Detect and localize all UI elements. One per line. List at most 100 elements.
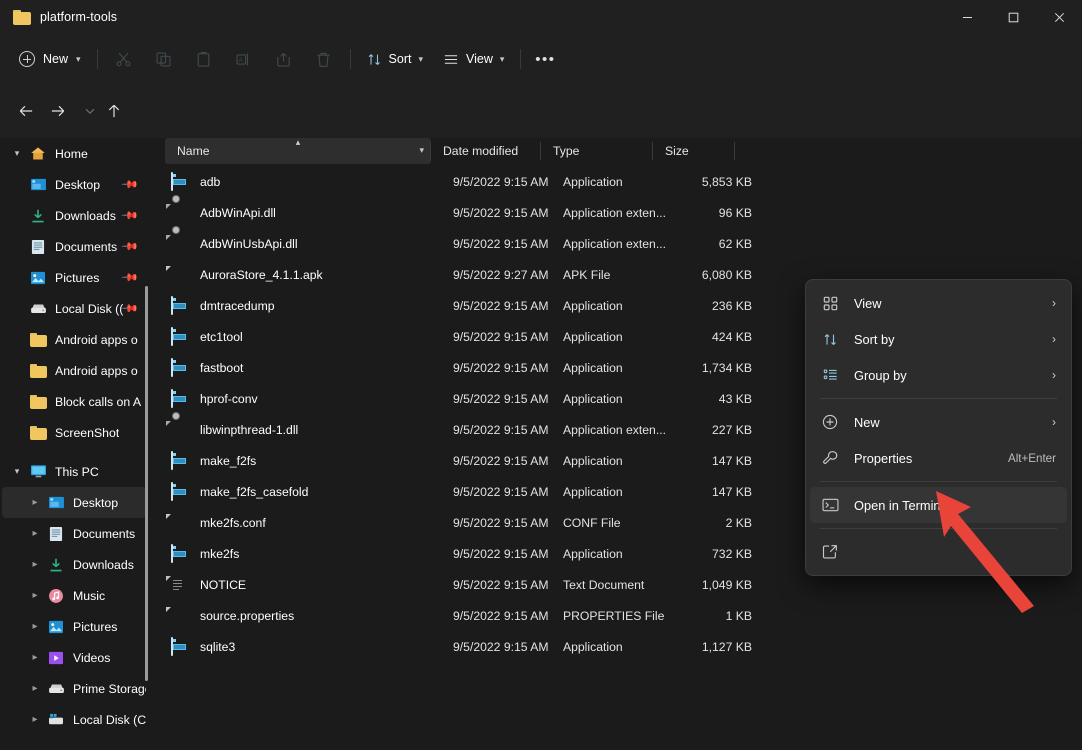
share-button[interactable]	[264, 43, 304, 75]
sidebar-item-local-disk-c[interactable]: ▸ Local Disk (C:)	[2, 704, 146, 735]
sidebar-item-android-apps-2[interactable]: Android apps o	[2, 355, 146, 386]
copy-button[interactable]	[144, 43, 184, 75]
sidebar-scrollbar-thumb[interactable]	[145, 286, 148, 681]
context-menu-item-group-by[interactable]: Group by ›	[810, 357, 1067, 393]
column-header-date-modified[interactable]: Date modified	[431, 138, 541, 164]
grid-icon	[820, 293, 840, 313]
table-row[interactable]: adb 9/5/2022 9:15 AM Application 5,853 K…	[165, 166, 1075, 197]
table-row[interactable]: AdbWinApi.dll 9/5/2022 9:15 AM Applicati…	[165, 197, 1075, 228]
maximize-icon[interactable]	[990, 0, 1036, 34]
chevron-right-icon[interactable]: ▸	[24, 528, 46, 539]
chevron-down-icon[interactable]: ▾	[6, 466, 28, 477]
table-row[interactable]: sqlite3 9/5/2022 9:15 AM Application 1,1…	[165, 631, 1075, 662]
sidebar-item-downloads[interactable]: Downloads 📌	[2, 200, 146, 231]
file-size: 62 KB	[675, 237, 757, 251]
file-name: AuroraStore_4.1.1.apk	[200, 268, 453, 282]
table-row[interactable]: source.properties 9/5/2022 9:15 AM PROPE…	[165, 600, 1075, 631]
paste-button[interactable]	[184, 43, 224, 75]
sidebar-group-label: Home	[55, 147, 88, 161]
sidebar-group-label: This PC	[55, 465, 99, 479]
file-size: 6,080 KB	[675, 268, 757, 282]
table-row[interactable]: AdbWinUsbApi.dll 9/5/2022 9:15 AM Applic…	[165, 228, 1075, 259]
sidebar-item-pc-pictures[interactable]: ▸ Pictures	[2, 611, 146, 642]
file-icon	[171, 514, 189, 532]
context-menu-item-view[interactable]: View ›	[810, 285, 1067, 321]
dll-icon	[171, 235, 189, 253]
pin-icon[interactable]: 📌	[121, 206, 140, 225]
context-menu-item-open-in-terminal[interactable]: Open in Terminal	[810, 487, 1067, 523]
chevron-right-icon[interactable]: ▸	[24, 559, 46, 570]
sidebar-item-pc-documents[interactable]: ▸ Documents	[2, 518, 146, 549]
file-type: APK File	[563, 268, 675, 282]
file-size: 43 KB	[675, 392, 757, 406]
file-date: 9/5/2022 9:15 AM	[453, 609, 563, 623]
music-icon	[46, 587, 66, 605]
context-menu-divider	[820, 481, 1057, 482]
pin-icon[interactable]: 📌	[121, 237, 140, 256]
delete-button[interactable]	[304, 43, 344, 75]
file-type: Application	[563, 299, 675, 313]
chevron-right-icon[interactable]: ▸	[24, 683, 46, 694]
file-size: 5,853 KB	[675, 175, 757, 189]
sidebar-item-pictures[interactable]: Pictures 📌	[2, 262, 146, 293]
chevron-right-icon[interactable]: ▸	[24, 497, 46, 508]
view-button[interactable]: View ▾	[433, 43, 514, 75]
sidebar-item-android-apps-1[interactable]: Android apps o	[2, 324, 146, 355]
back-button[interactable]	[10, 95, 42, 127]
sidebar-item-pc-music[interactable]: ▸ Music	[2, 580, 146, 611]
file-name: source.properties	[200, 609, 453, 623]
chevron-down-icon[interactable]: ▾	[6, 148, 28, 159]
close-icon[interactable]	[1036, 0, 1082, 34]
sidebar-group-this-pc[interactable]: ▾ This PC	[2, 456, 146, 487]
chevron-right-icon: ›	[1052, 296, 1056, 310]
application-icon	[171, 328, 189, 346]
context-menu[interactable]: View › Sort by › Group by ›	[805, 279, 1072, 576]
sidebar-item-pc-videos[interactable]: ▸ Videos	[2, 642, 146, 673]
context-menu-label: Properties	[854, 451, 1008, 466]
sidebar-item-pc-downloads[interactable]: ▸ Downloads	[2, 549, 146, 580]
context-menu-item-properties[interactable]: Properties Alt+Enter	[810, 440, 1067, 476]
navigation-pane[interactable]: ▾ Home Desktop 📌 Downloads 📌	[0, 138, 152, 750]
sidebar-item-block-calls[interactable]: Block calls on A	[2, 386, 146, 417]
context-menu-item-show-more-options[interactable]	[810, 534, 1067, 570]
column-header-name[interactable]: ▴ Name ▾	[165, 138, 431, 164]
forward-button[interactable]	[42, 95, 74, 127]
documents-icon	[28, 238, 48, 256]
sidebar-item-local-disk[interactable]: Local Disk (( 📌	[2, 293, 146, 324]
computer-icon	[28, 463, 48, 481]
chevron-right-icon[interactable]: ▸	[24, 652, 46, 663]
sidebar-item-pc-desktop[interactable]: ▸ Desktop	[2, 487, 146, 518]
chevron-right-icon[interactable]: ▸	[24, 590, 46, 601]
context-menu-item-sort-by[interactable]: Sort by ›	[810, 321, 1067, 357]
sidebar-group-home[interactable]: ▾ Home	[2, 138, 146, 169]
sidebar-item-desktop[interactable]: Desktop 📌	[2, 169, 146, 200]
chevron-right-icon[interactable]: ▸	[24, 714, 46, 725]
column-header-size[interactable]: Size	[653, 138, 735, 164]
pin-icon[interactable]: 📌	[121, 268, 140, 287]
chevron-down-icon[interactable]: ▾	[419, 145, 424, 156]
minimize-icon[interactable]	[944, 0, 990, 34]
pin-icon[interactable]: 📌	[121, 299, 140, 318]
chevron-right-icon[interactable]: ▸	[24, 621, 46, 632]
chevron-right-icon: ›	[1052, 368, 1056, 382]
sort-button[interactable]: Sort ▾	[357, 43, 433, 75]
cut-button[interactable]	[104, 43, 144, 75]
rename-button[interactable]: A	[224, 43, 264, 75]
sidebar-item-prime-storage[interactable]: ▸ Prime Storage (	[2, 673, 146, 704]
pictures-icon	[28, 269, 48, 287]
column-header-type[interactable]: Type	[541, 138, 653, 164]
address-bar: › This PC › Desktop › platform-tools	[0, 84, 1082, 138]
pin-icon[interactable]: 📌	[121, 175, 140, 194]
up-button[interactable]	[98, 95, 130, 127]
sidebar-item-screenshot[interactable]: ScreenShot	[2, 417, 146, 448]
file-name: sqlite3	[200, 640, 453, 654]
chevron-right-icon: ›	[1052, 415, 1056, 429]
context-menu-item-new[interactable]: New ›	[810, 404, 1067, 440]
file-size: 424 KB	[675, 330, 757, 344]
file-type: Application exten...	[563, 206, 675, 220]
more-options-button[interactable]: •••	[527, 43, 563, 75]
drive-icon	[46, 680, 66, 698]
file-size: 1,734 KB	[675, 361, 757, 375]
sidebar-item-documents[interactable]: Documents 📌	[2, 231, 146, 262]
new-button[interactable]: New ▾	[10, 43, 91, 75]
